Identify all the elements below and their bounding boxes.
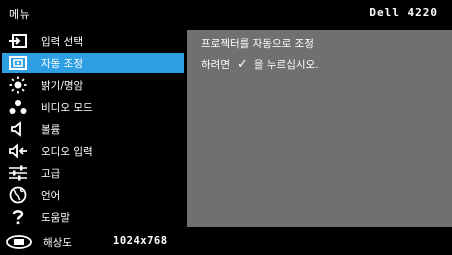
input-select-icon xyxy=(6,31,30,51)
help-icon xyxy=(6,207,30,227)
menu-item-input-select[interactable]: 입력 선택 xyxy=(2,31,184,51)
status-bar: 해상도 1024x768 xyxy=(0,228,452,255)
menu-item-video-mode[interactable]: 비디오 모드 xyxy=(2,97,184,117)
menu-item-advanced[interactable]: 고급 xyxy=(2,163,184,183)
instruction-line-1: 프로젝터를 자동으로 조정 xyxy=(201,38,314,50)
audio-input-icon xyxy=(6,141,30,161)
projector-osd: 메뉴 Dell 4220 입력 선택 자동 조정 밝기/명암 비디오 모드 볼륨… xyxy=(0,0,452,255)
resolution-value: 1024x768 xyxy=(113,235,168,247)
menu-item-label: 고급 xyxy=(41,167,61,180)
menu-item-label: 언어 xyxy=(41,189,61,202)
volume-icon xyxy=(6,119,30,139)
resolution-icon xyxy=(6,234,32,249)
video-mode-icon xyxy=(6,97,30,117)
advanced-icon xyxy=(6,163,30,183)
instruction-prefix: 하려면 xyxy=(201,59,230,71)
auto-adjust-icon xyxy=(6,53,30,73)
menu-item-audio-input[interactable]: 오디오 입력 xyxy=(2,141,184,161)
instruction-suffix: 을 누르십시오. xyxy=(253,59,319,71)
model-name: Dell 4220 xyxy=(369,6,438,19)
menu-item-label: 도움말 xyxy=(41,211,70,224)
menu-item-label: 입력 선택 xyxy=(41,35,83,48)
menu-title: 메뉴 xyxy=(9,8,31,21)
menu-item-label: 볼륨 xyxy=(41,123,61,136)
menu-item-help[interactable]: 도움말 xyxy=(2,207,184,227)
menu-item-brightness[interactable]: 밝기/명암 xyxy=(2,75,184,95)
menu-item-label: 밝기/명암 xyxy=(41,79,84,92)
menu-item-language[interactable]: 언어 xyxy=(2,185,184,205)
menu-item-label: 비디오 모드 xyxy=(41,101,93,114)
menu-item-volume[interactable]: 볼륨 xyxy=(2,119,184,139)
top-bar: 메뉴 Dell 4220 xyxy=(0,0,452,28)
menu-item-label: 자동 조정 xyxy=(41,57,83,70)
main-menu: 입력 선택 자동 조정 밝기/명암 비디오 모드 볼륨 오디오 입력 고급 언어… xyxy=(0,30,186,227)
checkmark-icon: ✓ xyxy=(236,57,248,72)
menu-item-auto-adjust[interactable]: 자동 조정 xyxy=(2,53,184,73)
menu-item-label: 오디오 입력 xyxy=(41,145,93,158)
brightness-icon xyxy=(6,75,30,95)
language-icon xyxy=(6,185,30,205)
instruction-line-2: 하려면 ✓ 을 누르십시오. xyxy=(201,57,319,72)
resolution-label: 해상도 xyxy=(43,237,72,249)
content-panel: 프로젝터를 자동으로 조정 하려면 ✓ 을 누르십시오. xyxy=(187,30,452,227)
